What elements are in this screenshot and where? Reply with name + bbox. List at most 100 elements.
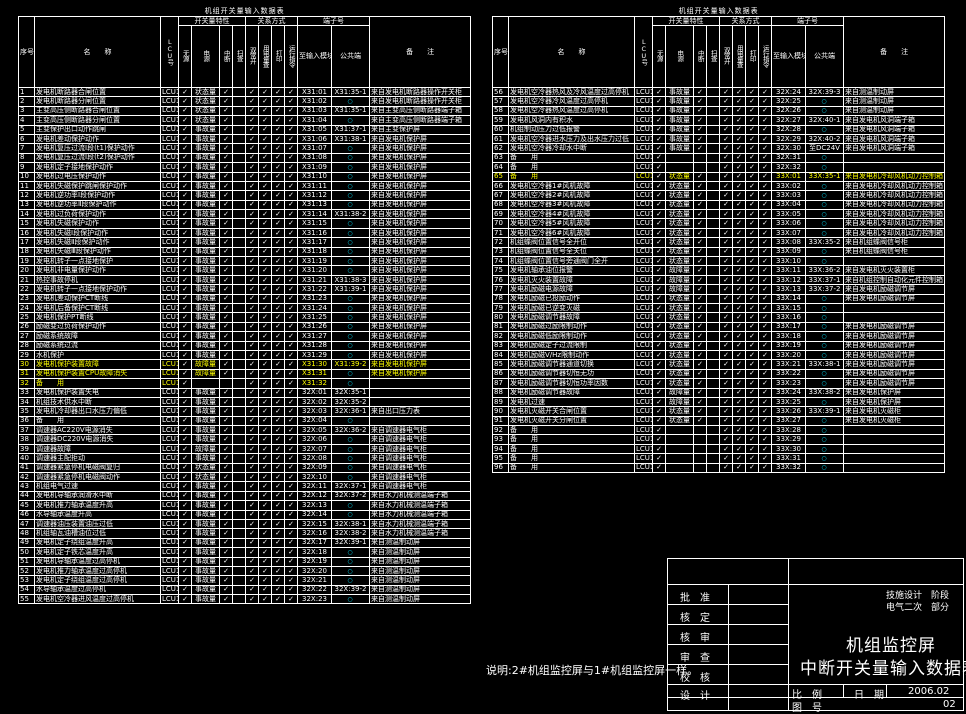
common-terminal: ○ <box>805 180 844 192</box>
check-print: ✓ <box>271 105 285 117</box>
remark: 来自发电机励磁调节屏 <box>842 321 946 333</box>
common-terminal: ○ <box>331 143 370 154</box>
row-number: 7 <box>18 143 35 154</box>
remark: 来自发电机灭火装置柜 <box>842 265 946 276</box>
table-row: 7发电机复压过流Ⅰ段(t1)保护动作LCU1✓事故量✓✓✓✓✓X31:07○来自… <box>18 143 472 154</box>
check-dual: ✓ <box>245 293 259 305</box>
check-scan <box>706 415 720 427</box>
row-number: 54 <box>18 584 35 596</box>
check-run: ✓ <box>284 396 298 408</box>
check-print: ✓ <box>745 190 759 201</box>
check-lock: ✓ <box>258 528 272 539</box>
terminal-number: X31:09 <box>297 162 332 173</box>
check-lock: ✓ <box>258 237 272 248</box>
signal-kind: 事故量 <box>191 331 220 342</box>
table-row: 62发电机空冷器冷却水中断LCU1✓事故量✓✓✓✓✓32X:30至DC24V来自… <box>492 143 946 154</box>
check-break: ✓ <box>219 443 233 455</box>
signal-name: 机组电气过速 <box>34 481 161 492</box>
check-lock: ✓ <box>732 124 746 135</box>
terminal-number: X31:07 <box>297 143 332 154</box>
remark: 来自发电机保护屏 <box>368 274 472 286</box>
check-run: ✓ <box>758 265 772 276</box>
signal-name: 励磁系统过流 <box>34 340 161 351</box>
check-dual: ✓ <box>719 143 733 154</box>
check-dual: ✓ <box>245 284 259 295</box>
lcu-number: LCU1 <box>160 481 179 492</box>
check-print: ✓ <box>271 133 285 145</box>
signal-name: 机组技术供水中断 <box>34 396 161 408</box>
signal-name: 发电机励磁电源故障 <box>508 284 635 295</box>
row-number: 19 <box>18 256 35 267</box>
check-lock: ✓ <box>732 274 746 286</box>
check-dual: ✓ <box>719 265 733 276</box>
check-scan <box>232 406 246 417</box>
check-break: ✓ <box>219 575 233 586</box>
check-empty: ✓ <box>652 274 666 286</box>
row-number: 95 <box>492 453 509 464</box>
check-dual: ✓ <box>245 594 259 605</box>
check-print: ✓ <box>271 246 285 258</box>
common-terminal: ○ <box>331 190 370 201</box>
connection-dot-icon: ○ <box>347 323 353 331</box>
remark: 来自发电机冷却风机动力控制箱 <box>842 180 946 192</box>
check-scan <box>706 218 720 229</box>
remark: 来自测温制动屏 <box>842 96 946 107</box>
table-row: 82发电机励磁低励限制动作LCU1✓状态量✓✓✓✓✓33X:18○来自发电机励磁… <box>492 331 946 342</box>
check-dual: ✓ <box>719 246 733 258</box>
check-scan <box>232 293 246 305</box>
check-scan <box>706 406 720 417</box>
check-run: ✓ <box>284 256 298 267</box>
check-print: ✓ <box>271 528 285 539</box>
check-scan <box>232 180 246 192</box>
check-print: ✓ <box>271 124 285 135</box>
check-scan <box>232 190 246 201</box>
lcu-number: LCU1 <box>160 556 179 567</box>
check-break: ✓ <box>219 312 233 323</box>
check-break: ✓ <box>219 190 233 201</box>
terminal-number: 33X:18 <box>771 331 806 342</box>
common-terminal: 33X:38-1 <box>805 359 844 370</box>
terminal-number: 33X:13 <box>771 284 806 295</box>
header-scan: 扫查 <box>706 25 720 88</box>
check-scan <box>706 349 720 361</box>
check-run: ✓ <box>758 462 772 474</box>
check-lock: ✓ <box>258 471 272 483</box>
signal-kind: 状态量 <box>665 171 694 182</box>
connection-dot-icon: ○ <box>347 154 353 162</box>
header-remark: 备 注 <box>842 16 946 88</box>
signal-kind: 事故量 <box>191 547 220 558</box>
common-terminal: ○ <box>805 434 844 445</box>
terminal-number: 33X:15 <box>771 302 806 314</box>
check-print: ✓ <box>745 321 759 333</box>
check-dual: ✓ <box>719 209 733 220</box>
check-break: ✓ <box>693 171 707 182</box>
check-lock: ✓ <box>258 443 272 455</box>
table-row: 23发电机差动保护CT断线LCU1✓事故量✓✓✓✓✓X31:23○来自发电机保护… <box>18 293 472 305</box>
common-terminal: ○ <box>331 556 370 567</box>
lcu-number: LCU1 <box>160 209 179 220</box>
check-dual: ✓ <box>719 86 733 98</box>
check-print: ✓ <box>745 453 759 464</box>
table-row: 33发电机保护装置失电LCU1✓事故量✓✓✓✓✓32X:0132X:35-1 <box>18 387 472 398</box>
check-scan <box>232 594 246 605</box>
check-empty: ✓ <box>652 312 666 323</box>
lcu-number: LCU1 <box>634 218 653 229</box>
check-break: ✓ <box>219 162 233 173</box>
check-lock: ✓ <box>258 490 272 502</box>
check-lock: ✓ <box>258 387 272 398</box>
terminal-number: X31:04 <box>297 115 332 126</box>
signal-name: 机组蝶阀位置信号旁通阀门全开 <box>508 256 635 267</box>
remark <box>368 387 472 398</box>
terminal-number: 32X:06 <box>297 434 332 445</box>
check-empty: ✓ <box>652 152 666 164</box>
signal-kind: 状态量 <box>665 359 694 370</box>
signal-name: 发电机励磁V/Hz限制动作 <box>508 349 635 361</box>
signal-kind <box>665 434 694 445</box>
signal-kind: 状态量 <box>665 237 694 248</box>
terminal-number: 32X:22 <box>297 584 332 596</box>
row-number: 90 <box>492 406 509 417</box>
signal-name: 发电机失磁Ⅱ段保护动作 <box>34 237 161 248</box>
terminal-number: 32X:03 <box>297 406 332 417</box>
check-lock: ✓ <box>258 509 272 520</box>
signal-kind: 事故量 <box>665 143 694 154</box>
